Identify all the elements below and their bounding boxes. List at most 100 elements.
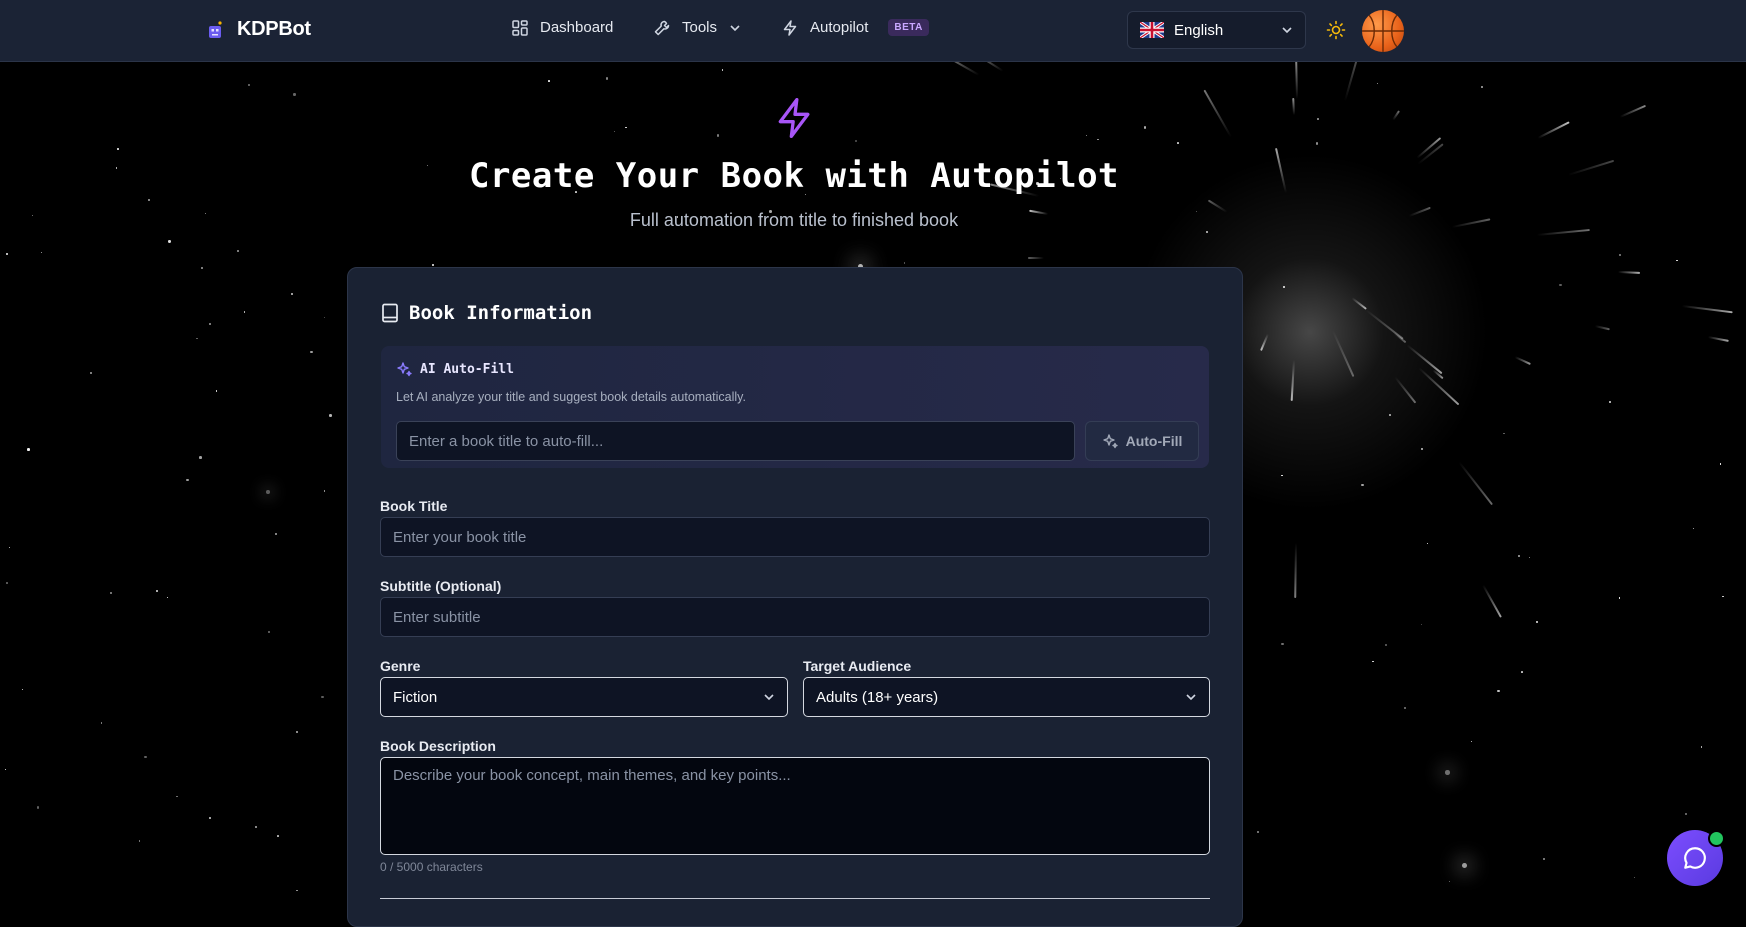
book-information-card: Book Information AI Auto-Fill Let AI ana… <box>347 267 1243 927</box>
star <box>168 240 171 243</box>
star-streak <box>1294 62 1298 99</box>
star <box>1317 118 1320 120</box>
nav-tools[interactable]: Tools <box>654 19 741 36</box>
chevron-down-icon <box>764 694 774 701</box>
book-title-label: Book Title <box>380 498 448 514</box>
star <box>6 582 9 585</box>
section-divider <box>380 898 1210 899</box>
star <box>1536 621 1538 623</box>
star <box>1684 812 1687 815</box>
star <box>1445 770 1451 775</box>
star <box>1096 138 1099 141</box>
star <box>22 689 24 691</box>
star <box>904 262 906 264</box>
star <box>1676 259 1678 261</box>
chat-bubble-icon <box>1684 847 1706 869</box>
language-select[interactable]: English <box>1127 11 1306 49</box>
star-streak <box>1294 543 1297 598</box>
star <box>321 695 324 699</box>
nav-autopilot[interactable]: Autopilot BETA <box>782 19 929 36</box>
star <box>248 84 250 87</box>
book-title-input[interactable] <box>380 517 1210 557</box>
autofill-title: AI Auto-Fill <box>420 361 514 377</box>
star <box>1377 82 1379 84</box>
beta-badge: BETA <box>888 19 929 36</box>
star <box>277 835 279 837</box>
genre-select[interactable]: Fiction <box>380 677 788 717</box>
star <box>1426 542 1429 545</box>
star <box>1403 706 1407 710</box>
autofill-description: Let AI analyze your title and suggest bo… <box>396 390 746 404</box>
brand-name: KDPBot <box>237 18 311 40</box>
star <box>144 755 147 759</box>
star <box>625 126 627 129</box>
chevron-down-icon <box>730 24 740 31</box>
star <box>200 266 203 269</box>
star-streak <box>934 62 980 76</box>
star <box>295 730 299 733</box>
ai-autofill-panel: AI Auto-Fill Let AI analyze your title a… <box>381 346 1209 468</box>
card-title: Book Information <box>409 302 593 324</box>
star <box>431 264 434 266</box>
star <box>1619 254 1622 257</box>
star-streak <box>1343 62 1360 101</box>
star <box>1372 661 1374 663</box>
target-audience-label: Target Audience <box>803 658 912 674</box>
star <box>1722 595 1725 598</box>
star <box>323 490 326 492</box>
star <box>1517 555 1520 558</box>
brand[interactable]: KDPBot <box>207 18 311 41</box>
basketball-icon <box>1362 10 1404 52</box>
language-label: English <box>1174 21 1224 39</box>
star <box>243 311 246 313</box>
star <box>208 322 211 325</box>
theme-toggle-sun-icon[interactable] <box>1326 20 1346 40</box>
nav-dashboard-label: Dashboard <box>540 19 614 36</box>
subtitle-input[interactable] <box>380 597 1210 637</box>
star <box>268 630 271 633</box>
autofill-button[interactable]: Auto-Fill <box>1085 421 1199 461</box>
star <box>1256 831 1259 834</box>
target-audience-select[interactable]: Adults (18+ years) <box>803 677 1210 717</box>
genre-value: Fiction <box>393 688 438 706</box>
star <box>1389 413 1392 416</box>
star <box>721 69 724 71</box>
star <box>1480 86 1484 89</box>
star <box>854 140 857 143</box>
star <box>293 93 296 96</box>
star <box>5 252 8 255</box>
nav-autopilot-label: Autopilot <box>810 19 869 36</box>
star-streak <box>1617 271 1640 275</box>
star-streak <box>1028 257 1045 260</box>
nav-dashboard[interactable]: Dashboard <box>512 19 613 36</box>
nav-tools-label: Tools <box>682 19 718 36</box>
star <box>166 596 168 598</box>
target-audience-value: Adults (18+ years) <box>816 688 939 706</box>
star <box>296 889 298 892</box>
star-streak <box>1594 325 1611 331</box>
autofill-button-label: Auto-Fill <box>1125 433 1183 449</box>
autofill-title-input[interactable] <box>396 421 1075 461</box>
user-avatar[interactable] <box>1362 10 1404 52</box>
star <box>1282 286 1285 289</box>
star <box>116 147 119 150</box>
star <box>40 252 42 254</box>
star <box>138 840 141 842</box>
star <box>324 317 326 319</box>
star <box>1529 557 1531 559</box>
book-description-textarea[interactable] <box>380 757 1210 855</box>
star <box>1521 671 1524 673</box>
star <box>215 389 218 392</box>
book-description-label: Book Description <box>380 738 496 754</box>
online-status-dot <box>1708 830 1725 847</box>
top-navbar: KDPBot Dashboard Tools Autopilot BETA En… <box>0 0 1746 62</box>
star <box>1470 740 1472 743</box>
star <box>1420 624 1423 626</box>
star <box>329 414 332 417</box>
lightning-icon <box>783 19 797 36</box>
star <box>613 130 615 132</box>
star <box>1421 448 1423 450</box>
star <box>5 768 7 771</box>
star <box>1385 643 1388 646</box>
star <box>196 337 198 340</box>
